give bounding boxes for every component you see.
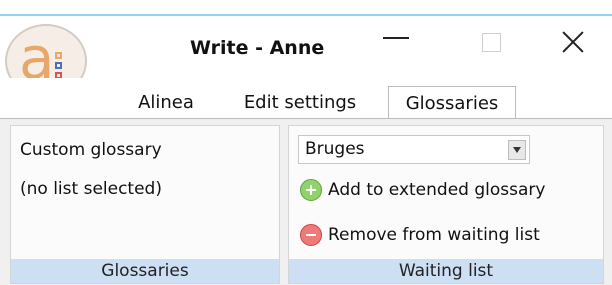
tab-edit-settings[interactable]: Edit settings (225, 86, 375, 118)
tab-alinea[interactable]: Alinea (118, 86, 214, 118)
waiting-list-dropdown[interactable]: Bruges (298, 135, 530, 164)
glossaries-group-label: Glossaries (11, 259, 279, 283)
remove-icon (300, 224, 322, 246)
top-edge (0, 0, 612, 14)
close-button[interactable] (550, 22, 596, 62)
maximize-button[interactable] (468, 22, 514, 62)
dropdown-value: Bruges (305, 139, 365, 159)
remove-from-waiting-list-button[interactable]: Remove from waiting list (300, 221, 540, 249)
chevron-down-icon (513, 147, 521, 153)
glossary-status-text: (no list selected) (20, 179, 162, 199)
window-title: Write - Anne (190, 37, 325, 59)
add-icon (300, 179, 322, 201)
tab-glossaries[interactable]: Glossaries (388, 86, 516, 119)
close-icon (562, 31, 584, 53)
dropdown-button[interactable] (508, 140, 526, 160)
maximize-icon (481, 32, 501, 52)
remove-action-label: Remove from waiting list (328, 225, 540, 245)
minimize-icon (383, 37, 409, 39)
add-action-label: Add to extended glossary (328, 180, 546, 200)
add-to-extended-glossary-button[interactable]: Add to extended glossary (300, 176, 545, 204)
minimize-button[interactable] (373, 22, 419, 62)
logo-square-blue (55, 62, 62, 69)
logo-square-orange (55, 52, 62, 59)
custom-glossary-label: Custom glossary (20, 140, 162, 160)
waiting-list-group-label: Waiting list (289, 259, 603, 283)
